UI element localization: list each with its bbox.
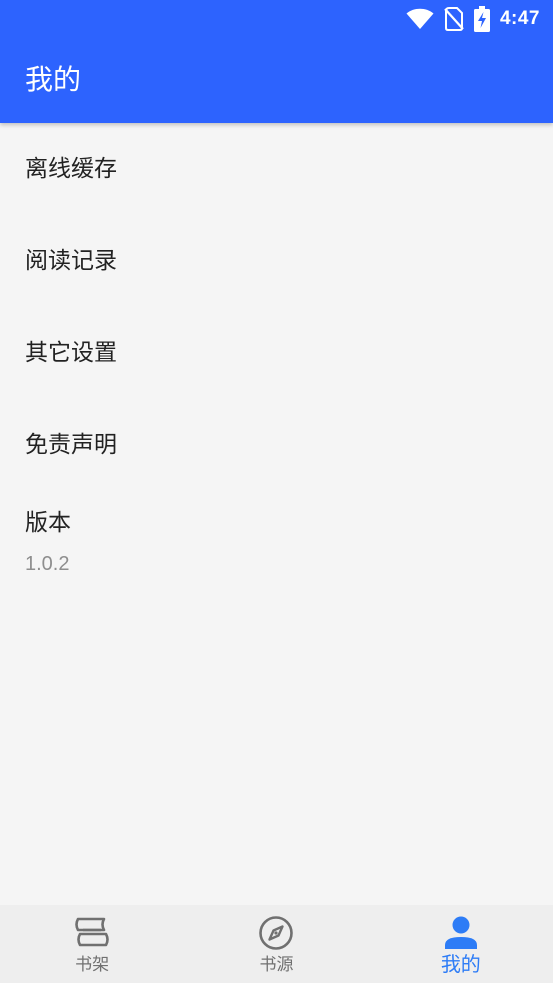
header: 4:47 我的: [0, 0, 553, 123]
menu-item-label: 其它设置: [25, 340, 117, 366]
menu-item-offline-cache[interactable]: 离线缓存: [0, 123, 553, 215]
bottom-nav: 书架 书源 我的: [0, 905, 553, 983]
compass-icon: [257, 914, 295, 952]
settings-menu: 离线缓存 阅读记录 其它设置 免责声明: [0, 123, 553, 491]
menu-item-other-settings[interactable]: 其它设置: [0, 307, 553, 399]
menu-item-reading-history[interactable]: 阅读记录: [0, 215, 553, 307]
nav-item-bookshelf[interactable]: 书架: [0, 905, 184, 983]
menu-item-label: 离线缓存: [25, 156, 117, 182]
menu-item-label: 免责声明: [25, 432, 117, 458]
version-label: 版本: [25, 510, 71, 536]
menu-item-label: 阅读记录: [25, 248, 117, 274]
person-icon: [442, 914, 480, 952]
status-time: 4:47: [499, 8, 540, 29]
wifi-icon: [406, 8, 434, 30]
battery-charging-icon: [473, 6, 490, 32]
version-value: 1.0.2: [25, 553, 70, 575]
nav-label: 我的: [440, 952, 481, 976]
no-sim-icon: [444, 7, 464, 31]
nav-item-sources[interactable]: 书源: [184, 905, 368, 983]
nav-label: 书源: [259, 955, 294, 975]
status-bar: 4:47: [0, 0, 553, 38]
menu-item-disclaimer[interactable]: 免责声明: [0, 399, 553, 491]
page-title: 我的: [25, 63, 82, 96]
menu-item-version[interactable]: 版本 1.0.2: [25, 508, 71, 576]
screen: 4:47 我的 离线缓存 阅读记录 其它设置 免责声明 版本 1.0.2 书架 …: [0, 0, 553, 983]
nav-item-mine[interactable]: 我的: [369, 905, 553, 983]
bookshelf-icon: [73, 914, 111, 952]
nav-label: 书架: [75, 955, 110, 975]
